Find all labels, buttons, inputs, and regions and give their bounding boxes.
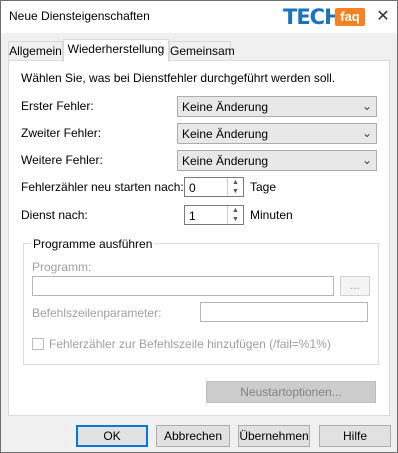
program-input[interactable] bbox=[32, 276, 334, 296]
subsequent-failures-select[interactable]: Keine Änderung ⌄ bbox=[177, 150, 377, 171]
run-program-group-title: Programme ausführen bbox=[31, 237, 155, 251]
params-input[interactable] bbox=[200, 302, 368, 322]
window-title: Neue Diensteigenschaften bbox=[9, 9, 150, 23]
arrow-up-icon[interactable]: ▲ bbox=[228, 206, 243, 215]
program-label: Programm: bbox=[32, 260, 92, 274]
restart-options-button[interactable]: Neustartoptionen... bbox=[206, 381, 376, 403]
first-failure-value: Keine Änderung bbox=[182, 100, 269, 114]
spin-buttons: ▲ ▼ bbox=[227, 206, 243, 224]
dialog-window: Neue Diensteigenschaften TECH faq ✕ Allg… bbox=[0, 0, 398, 453]
second-failure-value: Keine Änderung bbox=[182, 127, 269, 141]
tab-gemeinsam[interactable]: Gemeinsam bbox=[169, 41, 235, 61]
close-icon[interactable]: ✕ bbox=[373, 7, 393, 27]
cancel-button[interactable]: Abbrechen bbox=[156, 425, 230, 447]
title-bar[interactable]: Neue Diensteigenschaften TECH faq ✕ bbox=[1, 1, 397, 33]
ok-button[interactable]: OK bbox=[76, 425, 148, 447]
reset-counter-label: Fehlerzähler neu starten nach: bbox=[21, 180, 184, 194]
arrow-down-icon[interactable]: ▼ bbox=[228, 215, 243, 224]
restart-service-spinbox[interactable]: 1 ▲ ▼ bbox=[184, 205, 244, 225]
first-failure-select[interactable]: Keine Änderung ⌄ bbox=[177, 96, 377, 117]
params-label: Befehlszeilenparameter: bbox=[32, 306, 162, 320]
reset-counter-value: 0 bbox=[189, 181, 196, 195]
browse-button[interactable]: ... bbox=[340, 276, 370, 296]
arrow-down-icon[interactable]: ▼ bbox=[228, 187, 243, 196]
append-fail-count-label: Fehlerzähler zur Befehlszeile hinzufügen… bbox=[49, 337, 331, 351]
subsequent-failures-value: Keine Änderung bbox=[182, 154, 269, 168]
arrow-up-icon[interactable]: ▲ bbox=[228, 178, 243, 187]
spin-buttons: ▲ ▼ bbox=[227, 178, 243, 196]
reset-counter-spinbox[interactable]: 0 ▲ ▼ bbox=[184, 177, 244, 197]
apply-button[interactable]: Übernehmen bbox=[238, 425, 310, 447]
restart-service-value: 1 bbox=[189, 209, 196, 223]
append-fail-count-checkbox[interactable] bbox=[32, 338, 44, 350]
chevron-down-icon: ⌄ bbox=[361, 153, 372, 167]
tab-allgemein[interactable]: Allgemein bbox=[8, 41, 63, 61]
restart-service-unit: Minuten bbox=[250, 208, 293, 222]
reset-counter-unit: Tage bbox=[250, 180, 277, 194]
restart-service-label: Dienst nach: bbox=[21, 208, 88, 222]
chevron-down-icon: ⌄ bbox=[361, 99, 372, 113]
subsequent-failures-label: Weitere Fehler: bbox=[21, 153, 103, 167]
techfaq-logo: TECH faq bbox=[283, 5, 365, 31]
second-failure-label: Zweiter Fehler: bbox=[21, 126, 102, 140]
logo-text-faq: faq bbox=[335, 8, 365, 26]
tab-wiederherstellung[interactable]: Wiederherstellung bbox=[63, 39, 169, 62]
intro-text: Wählen Sie, was bei Dienstfehler durchge… bbox=[21, 71, 336, 85]
second-failure-select[interactable]: Keine Änderung ⌄ bbox=[177, 123, 377, 144]
first-failure-label: Erster Fehler: bbox=[21, 99, 94, 113]
help-button[interactable]: Hilfe bbox=[319, 425, 391, 447]
chevron-down-icon: ⌄ bbox=[361, 126, 372, 140]
logo-text-tech: TECH bbox=[283, 5, 342, 29]
